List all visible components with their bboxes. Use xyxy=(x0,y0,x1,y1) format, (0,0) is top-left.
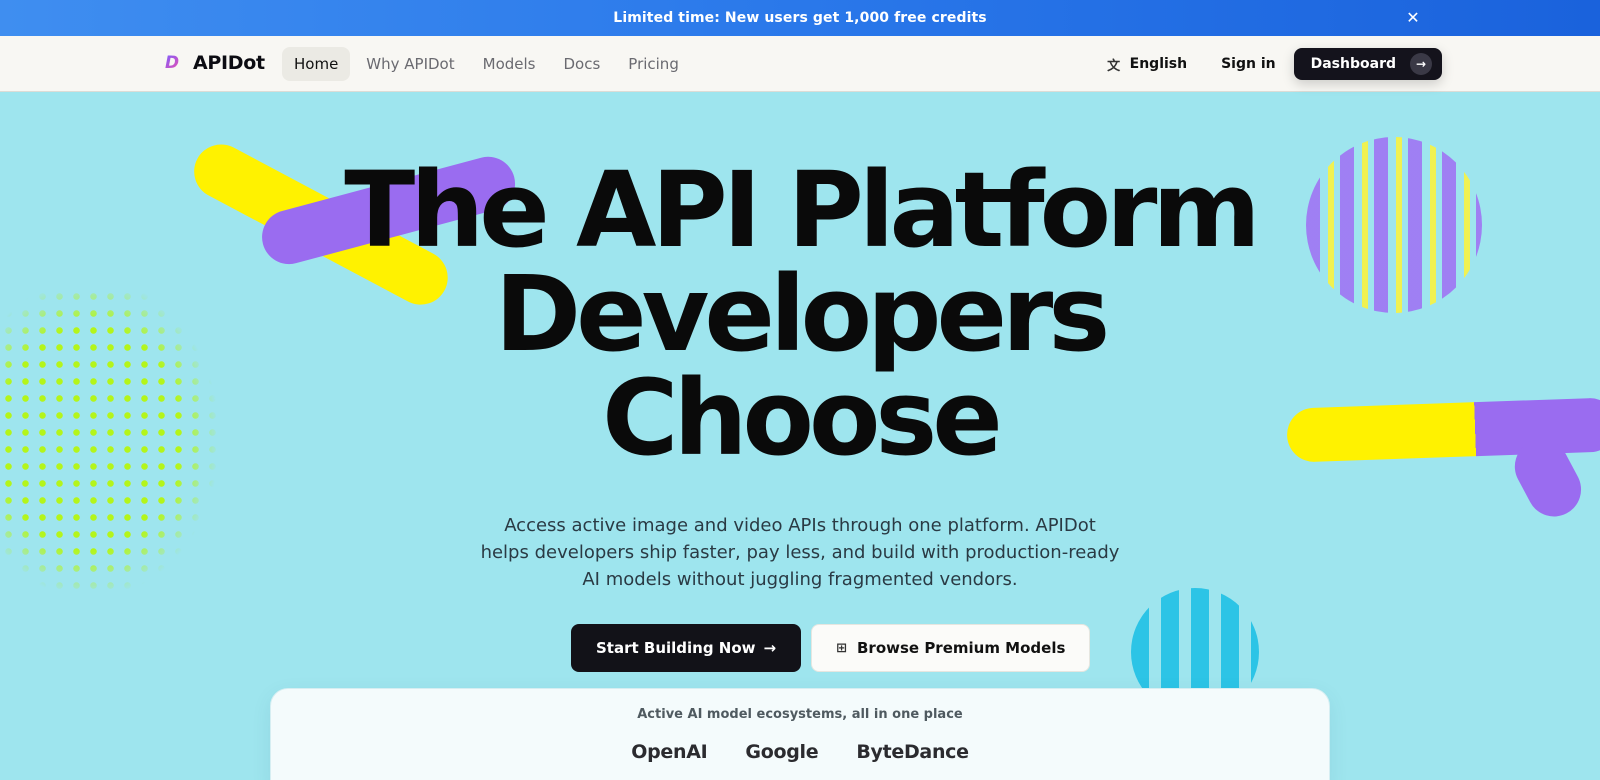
arrow-right-icon: → xyxy=(1410,53,1432,75)
logo-mark-icon: D xyxy=(165,54,183,72)
hero-cta-row: Start Building Now → ⊞ Browse Premium Mo… xyxy=(571,624,1091,672)
hero-subtitle: Access active image and video APIs throu… xyxy=(480,515,1120,590)
ecosystems-card: Active AI model ecosystems, all in one p… xyxy=(270,688,1330,780)
hero-title-line-2: Developers xyxy=(494,253,1110,375)
brand-google: Google xyxy=(745,741,819,763)
nav-link-models[interactable]: Models xyxy=(471,47,548,81)
language-selector[interactable]: 文 English xyxy=(1106,47,1203,81)
logo[interactable]: D APIDot xyxy=(165,52,265,74)
purple-angled-bar-decoration xyxy=(1505,430,1591,526)
dashboard-label: Dashboard xyxy=(1310,56,1396,72)
grid-icon: ⊞ xyxy=(836,640,847,656)
nav-link-docs[interactable]: Docs xyxy=(551,47,612,81)
nav-link-pricing[interactable]: Pricing xyxy=(616,47,691,81)
language-label: English xyxy=(1129,56,1188,72)
nav-link-why-apidot[interactable]: Why APIDot xyxy=(354,47,466,81)
promo-banner-text: Limited time: New users get 1,000 free c… xyxy=(613,10,987,26)
dashboard-button[interactable]: Dashboard → xyxy=(1293,48,1442,80)
nav-links: Home Why APIDot Models Docs Pricing xyxy=(282,47,691,81)
arrow-right-icon: → xyxy=(763,639,777,657)
translate-icon: 文 xyxy=(1107,58,1121,74)
brand-openai: OpenAI xyxy=(631,741,708,763)
promo-banner: Limited time: New users get 1,000 free c… xyxy=(0,0,1600,36)
sign-in-link[interactable]: Sign in xyxy=(1203,47,1294,81)
ecosystems-caption: Active AI model ecosystems, all in one p… xyxy=(637,707,963,722)
hero-title-line-1: The API Platform xyxy=(344,149,1260,271)
hero-title: The API Platform Developers Choose xyxy=(200,158,1400,470)
nav-actions: 文 English Sign in Dashboard → xyxy=(1106,47,1442,81)
browse-models-button[interactable]: ⊞ Browse Premium Models xyxy=(811,624,1091,672)
nav-link-home[interactable]: Home xyxy=(282,47,351,81)
brand-bytedance: ByteDance xyxy=(856,741,969,763)
ecosystems-brand-list: OpenAI Google ByteDance xyxy=(271,741,1329,763)
logo-text: APIDot xyxy=(193,52,265,74)
close-icon[interactable]: ✕ xyxy=(1404,9,1422,27)
hero-title-line-3: Choose xyxy=(602,357,1003,479)
start-building-label: Start Building Now xyxy=(596,639,756,657)
browse-models-label: Browse Premium Models xyxy=(857,639,1066,657)
top-navbar: D APIDot Home Why APIDot Models Docs Pri… xyxy=(0,36,1600,92)
start-building-button[interactable]: Start Building Now → xyxy=(571,624,802,672)
